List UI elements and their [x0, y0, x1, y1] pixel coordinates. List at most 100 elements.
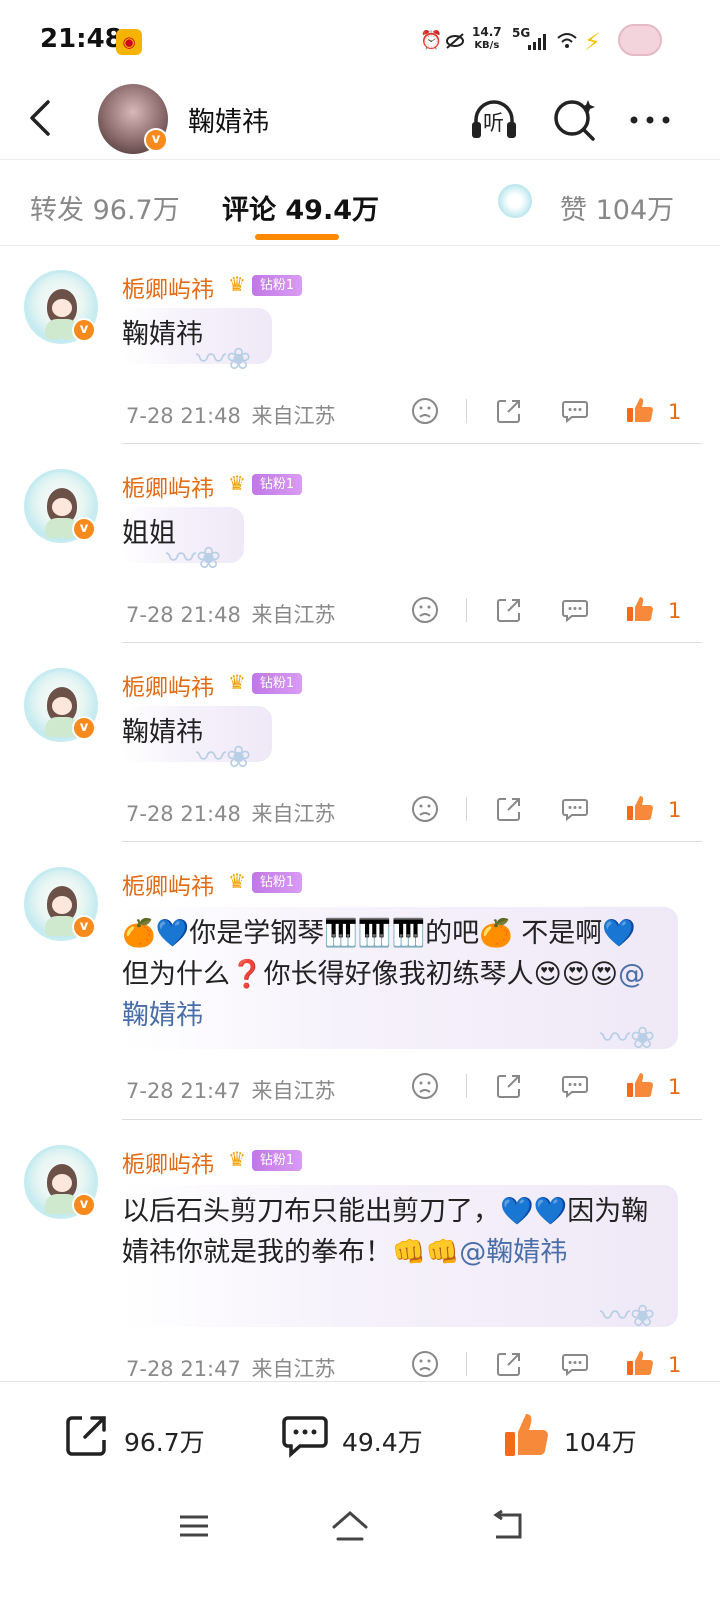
bubble-decoration-icon: 〰❀	[196, 342, 252, 377]
commenter-name[interactable]: 栀卿屿祎	[122, 668, 214, 702]
post-header: v 鞠婧祎 听	[0, 78, 720, 160]
like-count: 1	[668, 400, 682, 424]
comment-divider	[122, 443, 702, 444]
comment-icon	[282, 1416, 328, 1458]
search-button[interactable]	[548, 94, 600, 146]
bubble-decoration-icon: 〰❀	[600, 1021, 656, 1056]
share-button[interactable]	[494, 1071, 524, 1101]
commenter-name[interactable]: 栀卿屿祎	[122, 1145, 214, 1179]
comment-meta: 7-28 21:48 来自江苏	[126, 802, 336, 826]
share-button[interactable]	[494, 794, 524, 824]
dislike-button[interactable]	[410, 1349, 440, 1379]
thumbs-up-icon	[627, 1073, 653, 1098]
wifi-icon	[556, 30, 578, 56]
comment-divider	[122, 642, 702, 643]
comment-count: 49.4万	[342, 1428, 423, 1457]
thumbs-up-icon	[505, 1414, 548, 1456]
verified-badge: v	[72, 1193, 96, 1217]
reply-button[interactable]	[560, 396, 590, 426]
reply-button[interactable]	[560, 1349, 590, 1379]
comment-icon	[562, 799, 588, 822]
liker-avatar	[498, 184, 532, 218]
thumbs-up-icon	[627, 597, 653, 622]
share-icon	[497, 400, 520, 423]
back-button[interactable]	[24, 96, 64, 140]
dislike-button[interactable]	[410, 396, 440, 426]
bubble-decoration-icon: 〰❀	[166, 541, 222, 576]
share-button[interactable]	[494, 1349, 524, 1379]
comment-icon	[562, 600, 588, 623]
eye-off-icon	[444, 30, 466, 57]
bubble-decoration-icon: 〰❀	[600, 1299, 656, 1334]
sad-face-icon	[412, 398, 438, 424]
dislike-button[interactable]	[410, 1071, 440, 1101]
comment-item: v 栀卿屿祎 ♛ 5 钻粉1 🍊💙你是学钢琴🎹🎹🎹的吧🍊 不是啊💙 但为什么❓你长得…	[0, 843, 720, 1120]
reply-button[interactable]	[560, 595, 590, 625]
like-post-button[interactable]: 104万	[502, 1410, 662, 1460]
like-count: 1	[668, 1353, 682, 1377]
alarm-icon: ⏰	[420, 30, 443, 51]
like-count-total: 104万	[564, 1428, 637, 1457]
share-icon	[497, 1075, 520, 1098]
active-tab-indicator	[255, 234, 339, 240]
comment-item: v 栀卿屿祎 ♛ 5 钻粉1 以后石头剪刀布只能出剪刀了，💙💙因为鞠婧祎你就是我的拳…	[0, 1121, 720, 1381]
like-button[interactable]	[624, 394, 654, 424]
listen-button[interactable]: 听	[468, 94, 520, 146]
like-button[interactable]	[624, 1347, 654, 1377]
comment-text: 🍊💙你是学钢琴🎹🎹🎹的吧🍊 不是啊💙 但为什么❓你长得好像我初练琴人😍😍😍@鞠婧…	[122, 907, 678, 1049]
share-button[interactable]	[494, 595, 524, 625]
verified-badge: v	[144, 128, 168, 152]
comment-item: v 栀卿屿祎 ♛ 5 钻粉1 鞠婧祎 〰❀ 7-28 21:48 来自江苏 1	[0, 246, 720, 444]
home-button[interactable]	[330, 1509, 370, 1547]
comment-meta: 7-28 21:48 来自江苏	[126, 404, 336, 428]
like-count: 1	[668, 798, 682, 822]
tab-repost[interactable]: 转发 96.7万	[30, 188, 180, 227]
reply-button[interactable]	[560, 794, 590, 824]
separator	[466, 1074, 467, 1098]
comment-divider	[122, 841, 702, 842]
like-button[interactable]	[624, 792, 654, 822]
mention-link[interactable]: @鞠婧祎	[459, 1237, 567, 1268]
like-button[interactable]	[624, 1069, 654, 1099]
commenter-name[interactable]: 栀卿屿祎	[122, 469, 214, 503]
share-button[interactable]	[494, 396, 524, 426]
share-icon	[66, 1416, 106, 1456]
weibo-icon: ◉	[116, 29, 142, 55]
like-button[interactable]	[624, 593, 654, 623]
tab-bar: 转发 96.7万 评论 49.4万 赞 104万	[0, 160, 720, 246]
verified-badge: v	[72, 716, 96, 740]
commenter-name[interactable]: 栀卿屿祎	[122, 270, 214, 304]
comment-divider	[122, 1119, 702, 1120]
reply-button[interactable]	[560, 1071, 590, 1101]
separator	[466, 1352, 467, 1376]
more-button[interactable]	[624, 94, 676, 146]
system-nav-bar	[0, 1491, 720, 1608]
tab-like[interactable]: 赞 104万	[560, 188, 674, 227]
sad-face-icon	[412, 597, 438, 623]
listen-label: 听	[483, 111, 504, 135]
net-speed: 14.7 KB/s	[472, 25, 502, 52]
sad-face-icon	[412, 796, 438, 822]
author-name[interactable]: 鞠婧祎	[188, 100, 269, 139]
dislike-button[interactable]	[410, 794, 440, 824]
separator	[466, 598, 467, 622]
share-icon	[497, 1353, 520, 1376]
comment-button[interactable]: 49.4万	[280, 1410, 440, 1460]
commenter-name[interactable]: 栀卿屿祎	[122, 867, 214, 901]
menu-button[interactable]	[176, 1511, 212, 1545]
comment-icon	[562, 401, 588, 424]
repost-button[interactable]: 96.7万	[62, 1410, 222, 1460]
back-nav-button[interactable]	[488, 1509, 526, 1547]
separator	[466, 797, 467, 821]
comment-item: v 栀卿屿祎 ♛ 5 钻粉1 鞠婧祎 〰❀ 7-28 21:48 来自江苏 1	[0, 644, 720, 842]
bottom-action-bar: 96.7万 49.4万 104万	[0, 1381, 720, 1491]
comment-meta: 7-28 21:47 来自江苏	[126, 1357, 336, 1381]
tab-comment[interactable]: 评论 49.4万	[222, 188, 379, 227]
comment-icon	[562, 1354, 588, 1377]
sad-face-icon	[412, 1351, 438, 1377]
thumbs-up-icon	[627, 796, 653, 821]
back-arrow-icon	[493, 1509, 522, 1539]
share-icon	[497, 798, 520, 821]
dislike-button[interactable]	[410, 595, 440, 625]
status-bar: 21:48 ◉ ⏰ 14.7 KB/s 5G ⚡	[0, 0, 720, 78]
